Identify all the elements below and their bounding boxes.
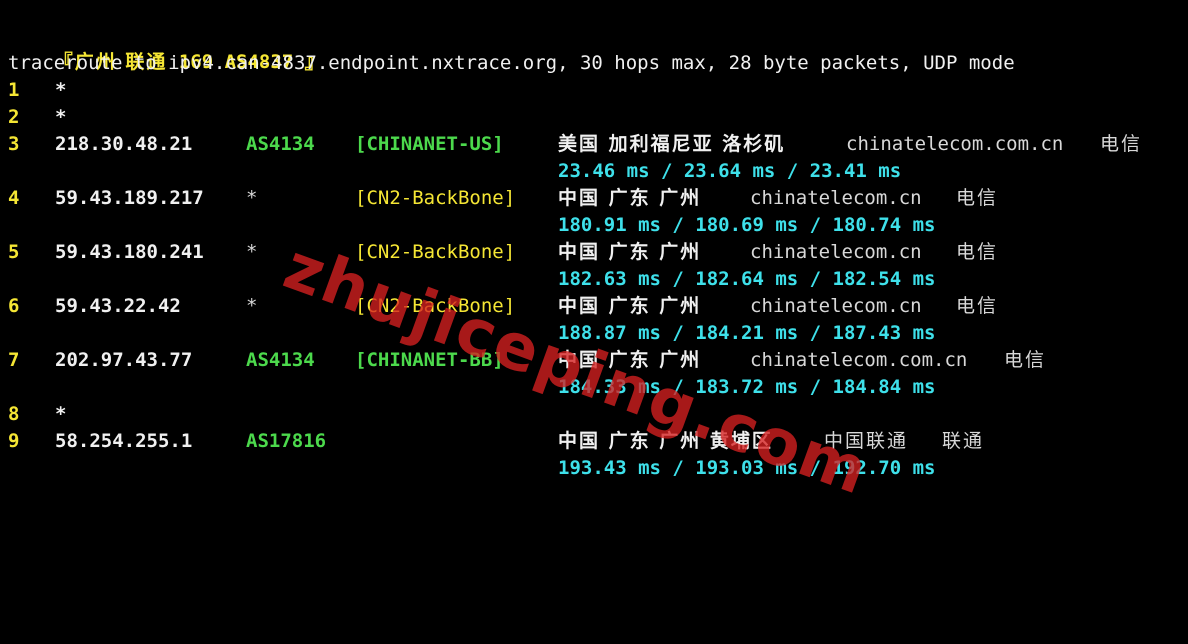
hop-row: 1 * [0,77,1188,104]
hop-asn: AS17816 [246,430,327,452]
hop-ip: * [55,403,67,425]
hop-number: 1 [8,79,20,101]
hop-domain: chinatelecom.cn [750,241,922,263]
hop-ip: * [55,79,67,101]
hop-tag: [CN2-BackBone] [355,295,516,317]
hop-isp: 电信 [956,241,999,263]
hop-ip: 59.43.189.217 [55,187,204,209]
hop-ip: 59.43.180.241 [55,241,204,263]
hop-rtt-row: 180.91 ms / 180.69 ms / 180.74 ms [0,212,1188,239]
hop-rtt: 23.46 ms / 23.64 ms / 23.41 ms [558,160,902,182]
hop-domain: 中国联通 [824,430,909,452]
hop-rtt: 193.43 ms / 193.03 ms / 192.70 ms [558,457,936,479]
hop-geo: 美国 加利福尼亚 洛杉矶 [558,133,786,155]
hop-rtt-row: 23.46 ms / 23.64 ms / 23.41 ms [0,158,1188,185]
hop-rtt-row: 182.63 ms / 182.64 ms / 182.54 ms [0,266,1188,293]
hop-isp: 电信 [956,187,999,209]
hop-isp: 电信 [1100,133,1143,155]
hop-number: 2 [8,106,20,128]
hop-row: 4 59.43.189.217 * [CN2-BackBone] 中国 广东 广… [0,185,1188,212]
hop-ip: 218.30.48.21 [55,133,193,155]
hop-number: 4 [8,187,20,209]
hop-ip: 58.254.255.1 [55,430,193,452]
hop-tag: [CN2-BackBone] [355,187,516,209]
hop-row: 7 202.97.43.77 AS4134 [CHINANET-BB] 中国 广… [0,347,1188,374]
hop-tag: [CN2-BackBone] [355,241,516,263]
hop-geo: 中国 广东 广州 [558,241,702,263]
hop-rtt-row: 184.33 ms / 183.72 ms / 184.84 ms [0,374,1188,401]
hop-rtt-row: 188.87 ms / 184.21 ms / 187.43 ms [0,320,1188,347]
hop-number: 8 [8,403,20,425]
hop-rtt: 184.33 ms / 183.72 ms / 184.84 ms [558,376,936,398]
hop-ip: 202.97.43.77 [55,349,193,371]
hop-asn: * [246,187,258,209]
hop-row: 6 59.43.22.42 * [CN2-BackBone] 中国 广东 广州 … [0,293,1188,320]
hop-geo: 中国 广东 广州 [558,349,702,371]
terminal-window: 『广州 联通 169 AS4837 』 traceroute to ipv4.c… [0,0,1188,510]
hop-ip: 59.43.22.42 [55,295,181,317]
hop-row: 3 218.30.48.21 AS4134 [CHINANET-US] 美国 加… [0,131,1188,158]
hop-domain: chinatelecom.com.cn [846,133,1064,155]
hop-row: 5 59.43.180.241 * [CN2-BackBone] 中国 广东 广… [0,239,1188,266]
hop-row: 9 58.254.255.1 AS17816 中国 广东 广州 黄埔区 中国联通… [0,428,1188,455]
hop-number: 3 [8,133,20,155]
hop-isp: 联通 [942,430,985,452]
hop-number: 6 [8,295,20,317]
hop-row: 2 * [0,104,1188,131]
hop-geo: 中国 广东 广州 [558,295,702,317]
hop-asn: * [246,295,258,317]
hop-domain: chinatelecom.cn [750,295,922,317]
traceroute-command: traceroute to ipv4.can-4837.endpoint.nxt… [8,52,1015,74]
hop-number: 9 [8,430,20,452]
hop-asn: AS4134 [246,349,315,371]
hop-isp: 电信 [1004,349,1047,371]
hop-asn: * [246,241,258,263]
hop-domain: chinatelecom.com.cn [750,349,968,371]
hop-rtt: 188.87 ms / 184.21 ms / 187.43 ms [558,322,936,344]
hop-geo: 中国 广东 广州 [558,187,702,209]
hop-row: 8 * [0,401,1188,428]
hop-rtt: 180.91 ms / 180.69 ms / 180.74 ms [558,214,936,236]
hop-isp: 电信 [956,295,999,317]
hop-number: 7 [8,349,20,371]
hop-geo: 中国 广东 广州 黄埔区 [558,430,773,452]
hop-asn: AS4134 [246,133,315,155]
hop-rtt: 182.63 ms / 182.64 ms / 182.54 ms [558,268,936,290]
hop-tag: [CHINANET-US] [355,133,504,155]
trace-title: 『广州 联通 169 AS4837 』 [8,22,324,73]
hop-domain: chinatelecom.cn [750,187,922,209]
hop-number: 5 [8,241,20,263]
hop-ip: * [55,106,67,128]
hop-tag: [CHINANET-BB] [355,349,504,371]
hop-rtt-row: 193.43 ms / 193.03 ms / 192.70 ms [0,455,1188,482]
